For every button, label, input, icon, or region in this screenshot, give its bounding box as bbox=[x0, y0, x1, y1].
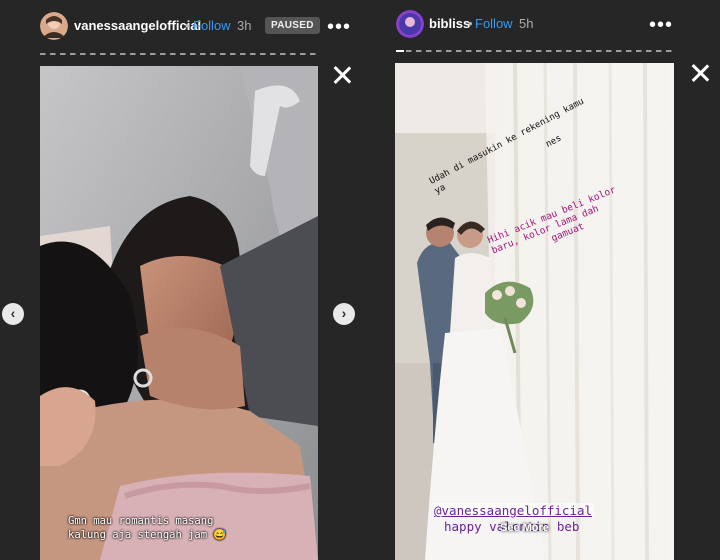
avatar[interactable] bbox=[396, 10, 424, 38]
timestamp: 5h bbox=[519, 16, 534, 31]
story-progress-fill bbox=[396, 50, 404, 52]
more-options-button[interactable]: ••• bbox=[649, 15, 673, 35]
close-icon[interactable] bbox=[333, 66, 351, 84]
story-media[interactable] bbox=[40, 66, 318, 560]
timestamp: 3h bbox=[237, 18, 252, 33]
story-header: bibliss • Follow 5h ••• bbox=[360, 0, 720, 52]
story-progress-bar bbox=[40, 53, 318, 55]
separator-dot: • bbox=[468, 16, 473, 31]
story-panel-right: bibliss • Follow 5h ••• bbox=[360, 0, 720, 560]
avatar-image bbox=[396, 10, 424, 38]
mention-link[interactable]: @vanessaangelofficial bbox=[432, 503, 595, 518]
username[interactable]: bibliss bbox=[429, 16, 470, 31]
caption-line-1: Gmn mau romantis masang bbox=[68, 515, 214, 527]
more-options-button[interactable]: ••• bbox=[327, 17, 351, 37]
follow-button[interactable]: Follow bbox=[193, 18, 231, 33]
paused-badge: PAUSED bbox=[265, 17, 320, 34]
story-panel-left: vanessaangelofficial • Follow 3h PAUSED … bbox=[0, 0, 360, 560]
username[interactable]: vanessaangelofficial bbox=[74, 18, 201, 33]
see-more-button[interactable]: See More bbox=[500, 522, 549, 534]
story-header: vanessaangelofficial • Follow 3h PAUSED … bbox=[0, 0, 360, 55]
next-story-button[interactable]: › bbox=[333, 303, 355, 325]
separator-dot: • bbox=[185, 18, 190, 33]
caption-line-2: kalung aja stengah jam 😅 bbox=[68, 529, 227, 541]
story-image-couple bbox=[40, 66, 318, 560]
chevron-right-icon[interactable]: › bbox=[558, 520, 562, 535]
follow-button[interactable]: Follow bbox=[475, 16, 513, 31]
story-progress-bar bbox=[396, 50, 675, 52]
avatar-image bbox=[40, 12, 68, 40]
close-icon[interactable] bbox=[691, 64, 709, 82]
avatar[interactable] bbox=[40, 12, 68, 40]
story-caption: Gmn mau romantis masang kalung aja steng… bbox=[68, 514, 288, 542]
previous-story-button[interactable]: ‹ bbox=[2, 303, 24, 325]
